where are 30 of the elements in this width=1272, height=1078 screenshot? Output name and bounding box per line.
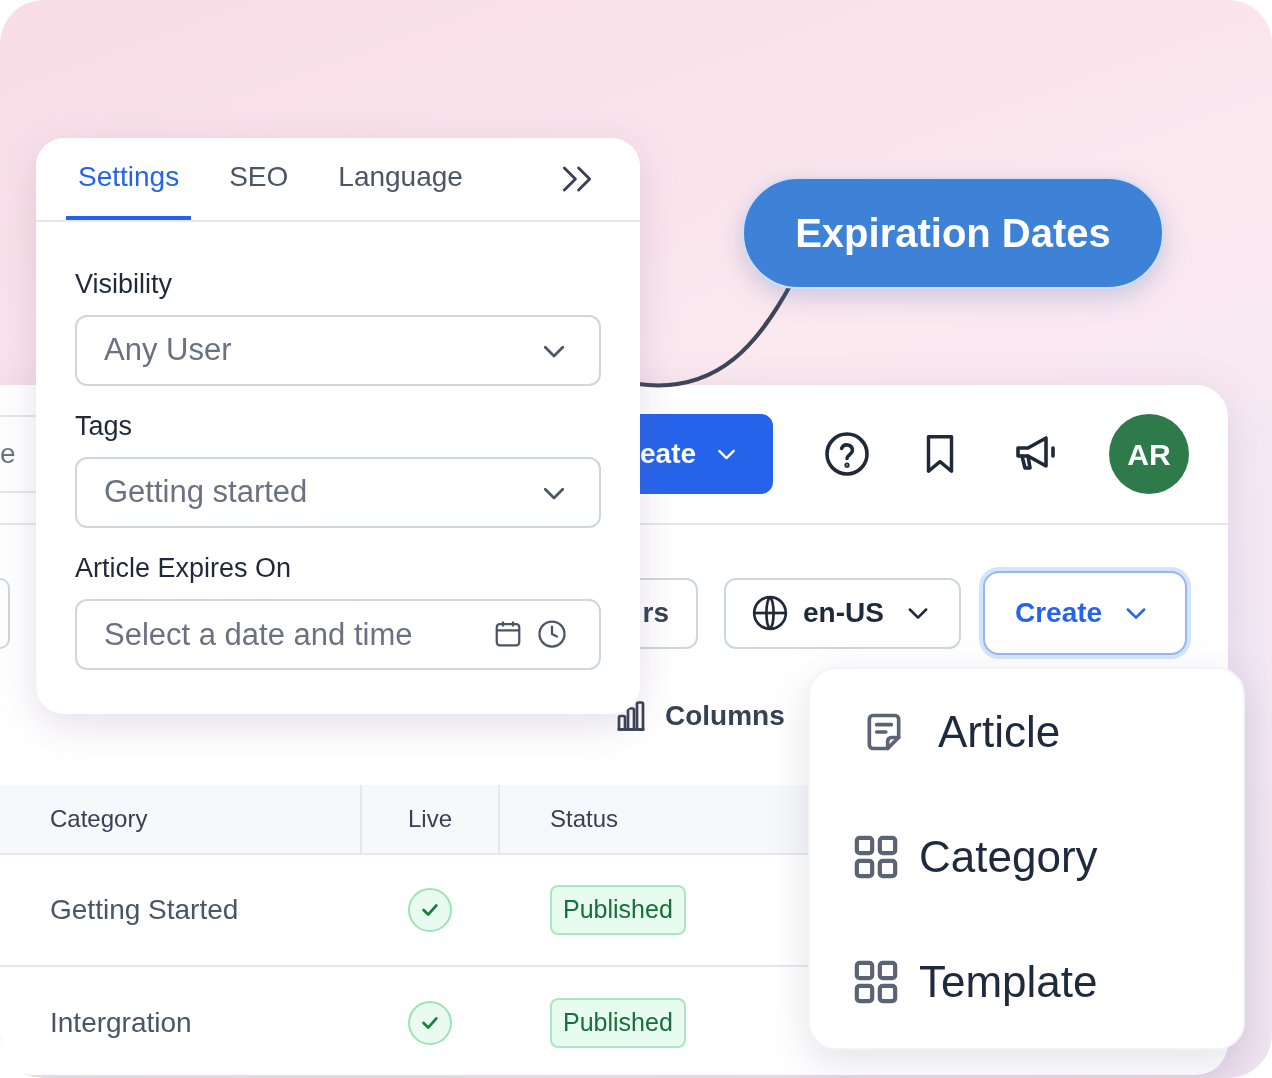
field-label: Tags xyxy=(75,410,134,442)
status-badge: Published xyxy=(550,998,686,1048)
tab[interactable]: SEO xyxy=(217,138,301,220)
locale-button[interactable]: en-US xyxy=(724,577,961,649)
user-avatar[interactable]: AR xyxy=(1109,414,1189,494)
tab[interactable]: Settings xyxy=(66,138,192,220)
select-field[interactable]: Getting started xyxy=(75,457,601,528)
column-header: Status xyxy=(550,804,619,834)
menu-item[interactable]: Article xyxy=(810,669,1243,794)
table-cell: Intergration xyxy=(50,1007,192,1038)
menu-item[interactable]: Category xyxy=(810,794,1243,919)
column-header: Live xyxy=(408,804,452,834)
clock-icon xyxy=(537,619,567,649)
grid-icon xyxy=(853,958,899,1005)
table-cell: Getting Started xyxy=(50,894,239,925)
primary-action-button[interactable]: eate xyxy=(640,414,773,494)
calendar-icon xyxy=(493,619,523,649)
grid-icon xyxy=(853,833,899,880)
select-field[interactable]: Any User xyxy=(75,315,601,386)
field-label: Visibility xyxy=(75,268,174,300)
field-label: Article Expires On xyxy=(75,552,293,584)
expiration-dates-callout: Expiration Dates xyxy=(742,177,1164,289)
column-header: Category xyxy=(50,804,148,834)
menu-item[interactable]: Template xyxy=(810,919,1243,1044)
help-icon[interactable] xyxy=(823,430,871,478)
tab[interactable]: Language xyxy=(326,138,475,220)
columns-button[interactable]: Columns xyxy=(613,695,785,737)
date-time-field[interactable]: Select a date and time xyxy=(75,599,601,670)
globe-icon xyxy=(751,594,789,632)
status-badge: Published xyxy=(550,885,686,935)
